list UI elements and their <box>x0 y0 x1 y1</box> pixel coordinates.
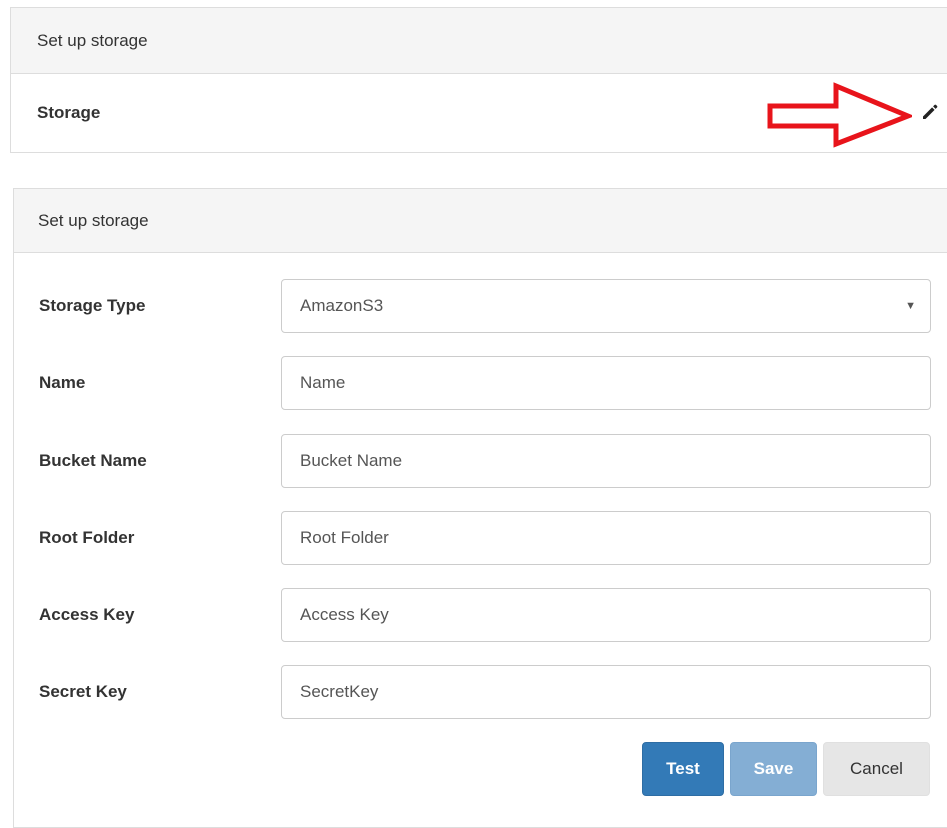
cancel-button[interactable]: Cancel <box>823 742 930 796</box>
access-key-input[interactable] <box>281 588 931 642</box>
red-outline-arrow-icon <box>767 82 912 148</box>
name-row: Name <box>14 356 947 410</box>
bucket-name-input[interactable] <box>281 434 931 488</box>
panel-heading: Set up storage <box>11 8 947 74</box>
bucket-name-row: Bucket Name <box>14 434 947 488</box>
save-button[interactable]: Save <box>730 742 817 796</box>
root-folder-label: Root Folder <box>39 528 135 547</box>
pencil-icon[interactable] <box>920 102 940 122</box>
root-folder-row: Root Folder <box>14 511 947 565</box>
secret-key-row: Secret Key <box>14 665 947 719</box>
secret-key-label: Secret Key <box>39 682 127 701</box>
test-button[interactable]: Test <box>642 742 724 796</box>
root-folder-input[interactable] <box>281 511 931 565</box>
caret-down-icon: ▼ <box>905 300 916 312</box>
secret-key-input[interactable] <box>281 665 931 719</box>
storage-type-row: Storage Type AmazonS3 ▼ <box>14 279 947 333</box>
storage-type-select[interactable]: AmazonS3 ▼ <box>281 279 931 333</box>
bucket-name-label: Bucket Name <box>39 451 147 470</box>
storage-type-label: Storage Type <box>39 296 146 315</box>
access-key-row: Access Key <box>14 588 947 642</box>
name-label: Name <box>39 373 86 392</box>
storage-label: Storage <box>37 103 101 122</box>
storage-setup-form-panel: Set up storage Storage Type AmazonS3 ▼ N… <box>13 188 947 828</box>
name-input[interactable] <box>281 356 931 410</box>
panel-heading: Set up storage <box>14 189 947 253</box>
storage-type-value: AmazonS3 <box>300 296 384 315</box>
access-key-label: Access Key <box>39 605 135 624</box>
